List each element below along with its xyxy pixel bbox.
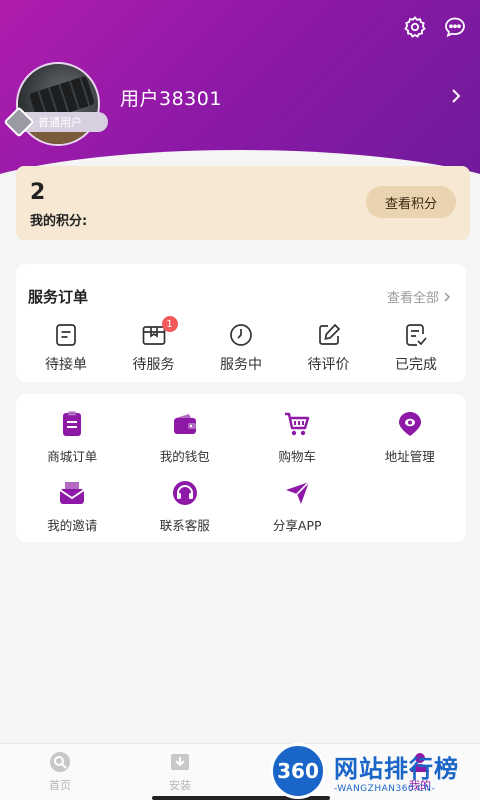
watermark-title: 网站排行榜 bbox=[334, 754, 459, 783]
tab-label: 安装 bbox=[169, 779, 191, 792]
check-doc-icon bbox=[406, 324, 427, 346]
edit-icon bbox=[318, 323, 340, 345]
username[interactable]: 用户38301 bbox=[120, 84, 222, 111]
tab-label: 首页 bbox=[49, 779, 71, 792]
service-orders-title: 服务订单 bbox=[28, 288, 89, 306]
watermark-url: -WANGZHAN360.CN- bbox=[334, 783, 436, 794]
service-share-app[interactable]: 分享APP bbox=[241, 479, 354, 534]
service-label: 购物车 bbox=[278, 449, 316, 464]
order-status-label: 待服务 bbox=[132, 357, 175, 373]
headset-icon bbox=[172, 481, 197, 505]
service-wallet[interactable]: 我的钱包 bbox=[129, 410, 242, 465]
service-address[interactable]: 地址管理 bbox=[354, 410, 467, 465]
watermark-logo: 360 bbox=[270, 743, 326, 799]
install-icon bbox=[171, 754, 189, 770]
service-cart[interactable]: 购物车 bbox=[241, 410, 354, 465]
header-actions bbox=[402, 14, 468, 40]
send-icon bbox=[286, 481, 310, 504]
order-status-row: 待接单 1 待服务 服务中 待评价 已完成 bbox=[16, 316, 466, 374]
view-points-button[interactable]: 查看积分 bbox=[366, 186, 456, 218]
points-value: 2 bbox=[30, 180, 46, 205]
member-level-label: 普通用户 bbox=[38, 116, 82, 129]
tab-home[interactable]: 首页 bbox=[0, 744, 120, 800]
points-label: 我的积分: bbox=[30, 214, 88, 229]
service-orders-card: 服务订单 查看全部 待接单 1 待服务 服务中 待评价 已完成 bbox=[16, 264, 466, 382]
chat-icon[interactable] bbox=[442, 14, 468, 40]
service-label: 我的钱包 bbox=[159, 449, 210, 464]
services-card: 商城订单 我的钱包 购物车 地址管理 我的邀请 联系客服 分享APP bbox=[16, 394, 466, 542]
service-mall-orders[interactable]: 商城订单 bbox=[16, 410, 129, 465]
chevron-right-icon[interactable] bbox=[446, 86, 466, 106]
member-level-badge: 普通用户 bbox=[3, 106, 108, 138]
points-card: 2 我的积分: 查看积分 bbox=[16, 166, 470, 240]
service-invitations[interactable]: 我的邀请 bbox=[16, 479, 129, 534]
services-grid: 商城订单 我的钱包 购物车 地址管理 我的邀请 联系客服 分享APP bbox=[16, 410, 466, 534]
envelope-icon bbox=[59, 482, 85, 504]
notification-badge: 1 bbox=[161, 316, 178, 332]
order-status-completed[interactable]: 已完成 bbox=[384, 322, 448, 374]
home-icon bbox=[50, 752, 70, 772]
order-status-pending-accept[interactable]: 待接单 bbox=[34, 322, 98, 374]
service-label: 分享APP bbox=[272, 518, 322, 533]
service-customer-support[interactable]: 联系客服 bbox=[129, 479, 242, 534]
watermark-text: 网站排行榜 -WANGZHAN360.CN- bbox=[334, 749, 459, 794]
gear-icon[interactable] bbox=[402, 14, 428, 40]
service-label: 商城订单 bbox=[47, 449, 98, 464]
order-status-pending-service[interactable]: 1 待服务 bbox=[122, 316, 186, 374]
order-list-icon bbox=[56, 324, 76, 346]
tab-install[interactable]: 安装 bbox=[120, 744, 240, 800]
clock-icon bbox=[230, 324, 252, 346]
view-all-link[interactable]: 查看全部 bbox=[387, 287, 452, 306]
cart-icon bbox=[285, 412, 310, 436]
service-label: 联系客服 bbox=[159, 518, 210, 533]
view-all-label: 查看全部 bbox=[386, 291, 439, 306]
avatar[interactable] bbox=[16, 62, 100, 146]
service-label: 我的邀请 bbox=[47, 518, 98, 533]
order-status-label: 已完成 bbox=[395, 357, 437, 373]
service-label: 地址管理 bbox=[384, 449, 435, 464]
order-status-in-service[interactable]: 服务中 bbox=[209, 322, 273, 374]
wallet-icon bbox=[173, 414, 196, 434]
order-status-pending-review[interactable]: 待评价 bbox=[297, 322, 361, 374]
order-status-label: 服务中 bbox=[220, 357, 262, 373]
location-icon bbox=[398, 412, 421, 436]
order-status-label: 待评价 bbox=[307, 357, 350, 373]
clipboard-icon bbox=[63, 411, 82, 436]
chevron-right-icon bbox=[444, 291, 451, 302]
order-status-label: 待接单 bbox=[45, 357, 87, 373]
watermark: 360 网站排行榜 -WANGZHAN360.CN- bbox=[270, 742, 480, 800]
